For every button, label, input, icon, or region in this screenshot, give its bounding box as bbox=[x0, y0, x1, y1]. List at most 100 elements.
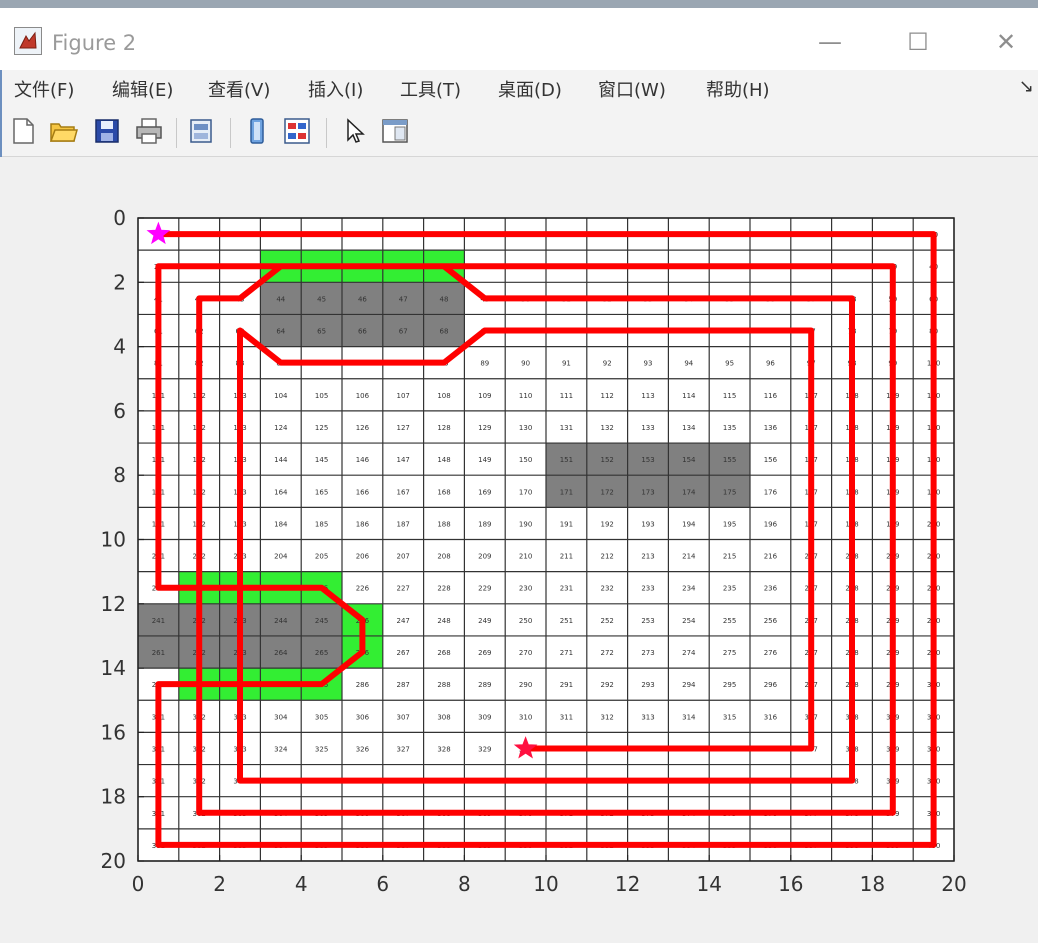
cell-index-label: 211 bbox=[560, 553, 573, 561]
menu-edit[interactable]: 编辑(E) bbox=[112, 76, 173, 102]
cell-index-label: 216 bbox=[764, 553, 778, 561]
toolbar-separator bbox=[326, 118, 327, 148]
cell-index-label: 147 bbox=[397, 456, 410, 464]
cell-index-label: 308 bbox=[437, 713, 450, 721]
cell-index-label: 204 bbox=[274, 553, 288, 561]
cell-index-label: 67 bbox=[399, 328, 408, 336]
cell-index-label: 286 bbox=[356, 681, 370, 689]
cell-index-label: 228 bbox=[437, 585, 450, 593]
new-figure-icon[interactable] bbox=[8, 116, 38, 146]
save-icon[interactable] bbox=[92, 116, 122, 146]
cell-index-label: 184 bbox=[274, 520, 288, 528]
cell-index-label: 229 bbox=[478, 585, 491, 593]
cell-index-label: 104 bbox=[274, 392, 288, 400]
cell-index-label: 130 bbox=[519, 424, 532, 432]
cell-index-label: 94 bbox=[684, 360, 693, 368]
cell-index-label: 113 bbox=[641, 392, 654, 400]
cell-index-label: 287 bbox=[397, 681, 410, 689]
print-icon[interactable] bbox=[134, 116, 164, 146]
cell-index-label: 167 bbox=[397, 488, 410, 496]
toolbar-separator bbox=[230, 118, 231, 148]
figure-canvas: 1234567891011121314151617181920212223242… bbox=[0, 157, 1038, 939]
cell-index-label: 249 bbox=[478, 617, 491, 625]
y-tick-label: 8 bbox=[113, 463, 126, 487]
cell-index-label: 309 bbox=[478, 713, 491, 721]
x-tick-label: 0 bbox=[132, 872, 145, 896]
y-tick-label: 18 bbox=[101, 785, 126, 809]
print-preview-icon[interactable] bbox=[186, 116, 216, 146]
cell-index-label: 215 bbox=[723, 553, 736, 561]
cell-index-label: 109 bbox=[478, 392, 491, 400]
matlab-figure-icon bbox=[14, 27, 42, 55]
cell-index-label: 127 bbox=[397, 424, 410, 432]
maximize-button[interactable]: ☐ bbox=[888, 22, 948, 62]
cell-index-label: 64 bbox=[276, 328, 285, 336]
cell-index-label: 125 bbox=[315, 424, 328, 432]
cell-index-label: 241 bbox=[152, 617, 165, 625]
y-tick-label: 4 bbox=[113, 335, 126, 359]
menu-bar: 文件(F) 编辑(E) 查看(V) 插入(I) 工具(T) 桌面(D) 窗口(W… bbox=[0, 70, 1038, 106]
menu-overflow-icon[interactable]: ↘ bbox=[1019, 76, 1034, 97]
cell-index-label: 326 bbox=[356, 745, 370, 753]
cell-index-label: 151 bbox=[560, 456, 573, 464]
menu-file[interactable]: 文件(F) bbox=[14, 76, 74, 102]
y-tick-label: 2 bbox=[113, 270, 126, 294]
x-tick-label: 8 bbox=[458, 872, 471, 896]
cell-index-label: 66 bbox=[358, 328, 367, 336]
cell-index-label: 325 bbox=[315, 745, 328, 753]
cell-index-label: 91 bbox=[562, 360, 571, 368]
cell-index-label: 306 bbox=[356, 713, 370, 721]
cell-index-label: 296 bbox=[764, 681, 778, 689]
cell-index-label: 255 bbox=[723, 617, 736, 625]
cell-index-label: 289 bbox=[478, 681, 491, 689]
cell-index-label: 185 bbox=[315, 520, 328, 528]
x-tick-label: 2 bbox=[213, 872, 226, 896]
close-button[interactable]: ✕ bbox=[976, 22, 1036, 62]
cell-index-label: 149 bbox=[478, 456, 491, 464]
cell-index-label: 271 bbox=[560, 649, 573, 657]
insert-colorbar-icon[interactable] bbox=[282, 116, 312, 146]
menu-help[interactable]: 帮助(H) bbox=[706, 76, 770, 102]
cell-index-label: 126 bbox=[356, 424, 370, 432]
coverage-plot[interactable]: 1234567891011121314151617181920212223242… bbox=[0, 157, 1038, 939]
x-tick-label: 6 bbox=[376, 872, 389, 896]
cell-index-label: 207 bbox=[397, 553, 410, 561]
open-file-icon[interactable] bbox=[48, 116, 78, 146]
cell-index-label: 65 bbox=[317, 328, 326, 336]
cell-index-label: 307 bbox=[397, 713, 410, 721]
property-editor-icon[interactable] bbox=[380, 116, 410, 146]
x-tick-label: 12 bbox=[615, 872, 640, 896]
menu-view[interactable]: 查看(V) bbox=[208, 76, 270, 102]
cell-index-label: 90 bbox=[521, 360, 530, 368]
cell-index-label: 171 bbox=[560, 488, 573, 496]
cell-index-label: 304 bbox=[274, 713, 288, 721]
minimize-button[interactable]: — bbox=[800, 22, 860, 62]
cell-index-label: 152 bbox=[601, 456, 614, 464]
cell-index-label: 155 bbox=[723, 456, 736, 464]
cell-index-label: 131 bbox=[560, 424, 573, 432]
cell-index-label: 134 bbox=[682, 424, 696, 432]
menu-insert[interactable]: 插入(I) bbox=[308, 76, 363, 102]
cell-index-label: 144 bbox=[274, 456, 288, 464]
cell-index-label: 235 bbox=[723, 585, 736, 593]
cell-index-label: 315 bbox=[723, 713, 736, 721]
cell-index-label: 191 bbox=[560, 520, 573, 528]
menu-desktop[interactable]: 桌面(D) bbox=[498, 76, 562, 102]
y-tick-label: 10 bbox=[101, 528, 126, 552]
pointer-icon[interactable] bbox=[340, 116, 370, 146]
cell-index-label: 107 bbox=[397, 392, 410, 400]
menu-tools[interactable]: 工具(T) bbox=[400, 76, 461, 102]
cell-index-label: 244 bbox=[274, 617, 288, 625]
menu-window[interactable]: 窗口(W) bbox=[598, 76, 666, 102]
cell-index-label: 232 bbox=[601, 585, 614, 593]
cell-index-label: 305 bbox=[315, 713, 328, 721]
cell-index-label: 129 bbox=[478, 424, 491, 432]
window-titlebar: Figure 2 — ☐ ✕ bbox=[0, 0, 1038, 70]
cell-index-label: 312 bbox=[601, 713, 614, 721]
cell-index-label: 164 bbox=[274, 488, 288, 496]
cell-index-label: 310 bbox=[519, 713, 532, 721]
cell-index-label: 292 bbox=[601, 681, 614, 689]
cell-index-label: 153 bbox=[641, 456, 654, 464]
link-plot-icon[interactable] bbox=[242, 116, 272, 146]
cell-index-label: 275 bbox=[723, 649, 736, 657]
